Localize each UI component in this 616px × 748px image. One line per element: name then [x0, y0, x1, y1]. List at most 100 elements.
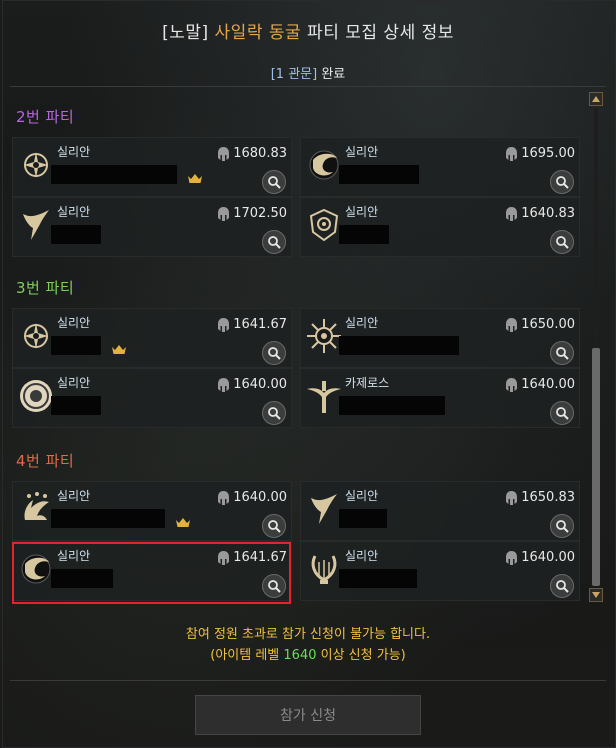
party-member-card[interactable]: 실리안 1650.83 — [300, 481, 580, 541]
bottom-divider — [10, 680, 606, 681]
item-level-value: 1650.83 — [521, 490, 575, 505]
member-item-level: 1702.50 — [217, 206, 287, 221]
helmet-icon — [506, 146, 518, 161]
party-member-card[interactable]: 실리안 1702.50 — [12, 197, 292, 257]
inspect-member-button[interactable] — [550, 230, 574, 254]
redacted-name — [339, 569, 417, 588]
member-class: 실리안 — [57, 145, 91, 159]
notice-line-1: 참여 정원 초과로 참가 신청이 불가능 합니다. — [185, 627, 431, 642]
triangle-up-icon — [592, 96, 600, 102]
progress-status: [1 관문] 완료 — [0, 63, 616, 82]
join-notice: 참여 정원 초과로 참가 신청이 불가능 합니다. (아이템 레벨 1640 이… — [0, 624, 616, 666]
party-member-card[interactable]: 실리안 1640.00 — [300, 541, 580, 601]
member-item-level: 1640.83 — [505, 206, 575, 221]
magnifier-icon — [556, 176, 569, 189]
member-item-level: 1695.00 — [505, 146, 575, 161]
window-title: [노말] 사일락 동굴 파티 모집 상세 정보 — [0, 18, 616, 43]
magnifier-icon — [268, 347, 281, 360]
item-level-value: 1695.00 — [521, 146, 575, 161]
member-class: 실리안 — [57, 489, 91, 503]
redacted-name — [51, 165, 177, 184]
claw-emblem-icon — [17, 490, 55, 528]
gate-progress-link[interactable]: [1 관문] — [271, 67, 317, 82]
member-item-level: 1650.00 — [505, 317, 575, 332]
title-prefix: [노말] — [162, 23, 215, 43]
party-list: 2번 파티 3번 파티 4번 파티 실리안 1680.83 실리안 1695.00 실리… — [10, 92, 586, 602]
dungeon-name: 사일락 동굴 — [214, 23, 302, 43]
triangle-down-icon — [592, 592, 600, 598]
party-member-card[interactable]: 실리안 1695.00 — [300, 137, 580, 197]
redacted-name — [339, 336, 459, 355]
inspect-member-button[interactable] — [262, 230, 286, 254]
apply-button[interactable]: 참가 신청 — [195, 695, 421, 735]
party-leader-crown-icon — [187, 169, 203, 183]
inspect-member-button[interactable] — [262, 514, 286, 538]
sword-wing-emblem-icon — [305, 377, 343, 415]
member-item-level: 1640.00 — [505, 550, 575, 565]
wing-swirl-emblem-icon — [305, 146, 343, 184]
inspect-member-button[interactable] — [550, 341, 574, 365]
party-member-card[interactable]: 실리안 1640.83 — [300, 197, 580, 257]
notice-suffix: 이상 신청 가능) — [316, 648, 406, 663]
inspect-member-button[interactable] — [550, 514, 574, 538]
party-member-card[interactable]: 실리안 1640.00 — [12, 368, 292, 428]
scrollbar[interactable] — [589, 92, 603, 602]
member-class: 실리안 — [57, 205, 91, 219]
party-member-card[interactable]: 실리안 1680.83 — [12, 137, 292, 197]
notice-line-2: (아이템 레벨 1640 이상 신청 가능) — [0, 645, 616, 666]
party-label: 4번 파티 — [16, 452, 75, 470]
party-member-card[interactable]: 카제로스 1640.00 — [300, 368, 580, 428]
required-item-level: 1640 — [283, 648, 317, 663]
inspect-member-button[interactable] — [262, 401, 286, 425]
magnifier-icon — [556, 236, 569, 249]
item-level-value: 1640.00 — [521, 550, 575, 565]
item-level-value: 1680.83 — [233, 146, 287, 161]
magnifier-icon — [268, 407, 281, 420]
party-label: 3번 파티 — [16, 279, 75, 297]
scroll-down-button[interactable] — [589, 588, 603, 602]
party-2-title: 2번 파티 — [16, 106, 74, 127]
party-member-card[interactable]: 실리안 1650.00 — [300, 308, 580, 368]
member-item-level: 1640.00 — [505, 377, 575, 392]
magnifier-icon — [556, 520, 569, 533]
sun-emblem-icon — [305, 317, 343, 355]
inspect-member-button[interactable] — [262, 170, 286, 194]
party-leader-crown-icon — [175, 513, 191, 527]
member-item-level: 1640.00 — [217, 377, 287, 392]
inspect-member-button[interactable] — [550, 401, 574, 425]
member-class: 실리안 — [345, 205, 379, 219]
member-item-level: 1641.67 — [217, 317, 287, 332]
inspect-member-button[interactable] — [550, 170, 574, 194]
redacted-name — [339, 225, 389, 244]
member-class: 실리안 — [57, 316, 91, 330]
redacted-name — [51, 336, 101, 355]
wing-blade-emblem-icon — [17, 206, 55, 244]
redacted-name — [339, 509, 387, 528]
helmet-icon — [506, 377, 518, 392]
scroll-thumb[interactable] — [592, 348, 600, 586]
item-level-value: 1640.00 — [233, 377, 287, 392]
member-class: 카제로스 — [345, 376, 390, 390]
scroll-up-button[interactable] — [589, 92, 603, 106]
party-member-card[interactable]: 실리안 1640.00 — [12, 481, 292, 541]
helmet-icon — [218, 317, 230, 332]
helmet-icon — [218, 206, 230, 221]
progress-status-text: 완료 — [317, 67, 346, 82]
magnifier-icon — [268, 176, 281, 189]
inspect-member-button[interactable] — [550, 574, 574, 598]
item-level-value: 1640.00 — [521, 377, 575, 392]
member-class: 실리안 — [345, 145, 379, 159]
ring-star-emblem-icon — [17, 317, 55, 355]
magnifier-icon — [556, 407, 569, 420]
item-level-value: 1641.67 — [233, 317, 287, 332]
ring-star-emblem-icon — [17, 146, 55, 184]
party-4-title: 4번 파티 — [16, 450, 74, 471]
party-member-card[interactable]: 실리안 1641.67 — [12, 308, 292, 368]
helmet-icon — [506, 490, 518, 505]
item-level-value: 1650.00 — [521, 317, 575, 332]
inspect-member-button[interactable] — [262, 341, 286, 365]
top-divider — [10, 86, 606, 87]
member-class: 실리안 — [345, 549, 379, 563]
round-seal-emblem-icon — [17, 377, 55, 415]
member-class: 실리안 — [345, 316, 379, 330]
